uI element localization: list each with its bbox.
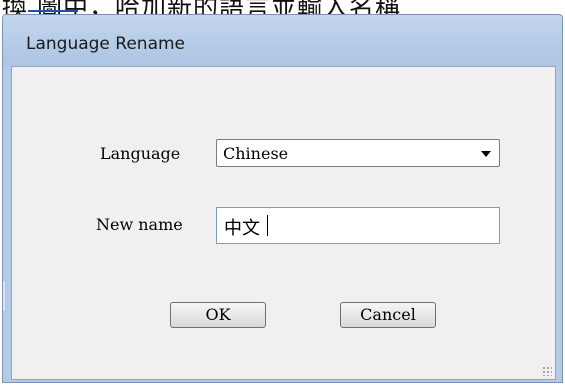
dialog-titlebar[interactable]: Language Rename [3, 15, 562, 66]
chevron-down-icon [481, 151, 491, 157]
dialog-client-area: Language Chinese New name 中文 OK Cancel [11, 66, 556, 380]
language-select-value: Chinese [223, 144, 289, 163]
new-name-input[interactable]: 中文 [216, 207, 500, 244]
language-rename-dialog: Language Rename Language Chinese New nam… [2, 14, 563, 383]
new-name-label: New name [96, 215, 183, 234]
cancel-button[interactable]: Cancel [340, 302, 436, 328]
language-label: Language [100, 144, 181, 163]
background-page-text: 換 圖中，哈加新的語言並輸入名稱 [0, 0, 565, 14]
resize-grip-icon[interactable] [542, 366, 552, 376]
dialog-title: Language Rename [26, 34, 186, 54]
new-name-input-value: 中文 [224, 218, 260, 239]
ok-button[interactable]: OK [170, 302, 266, 328]
language-select[interactable]: Chinese [216, 139, 500, 167]
background-link-underline [28, 10, 78, 12]
text-caret [267, 215, 268, 236]
window-frame-edge [3, 281, 5, 311]
